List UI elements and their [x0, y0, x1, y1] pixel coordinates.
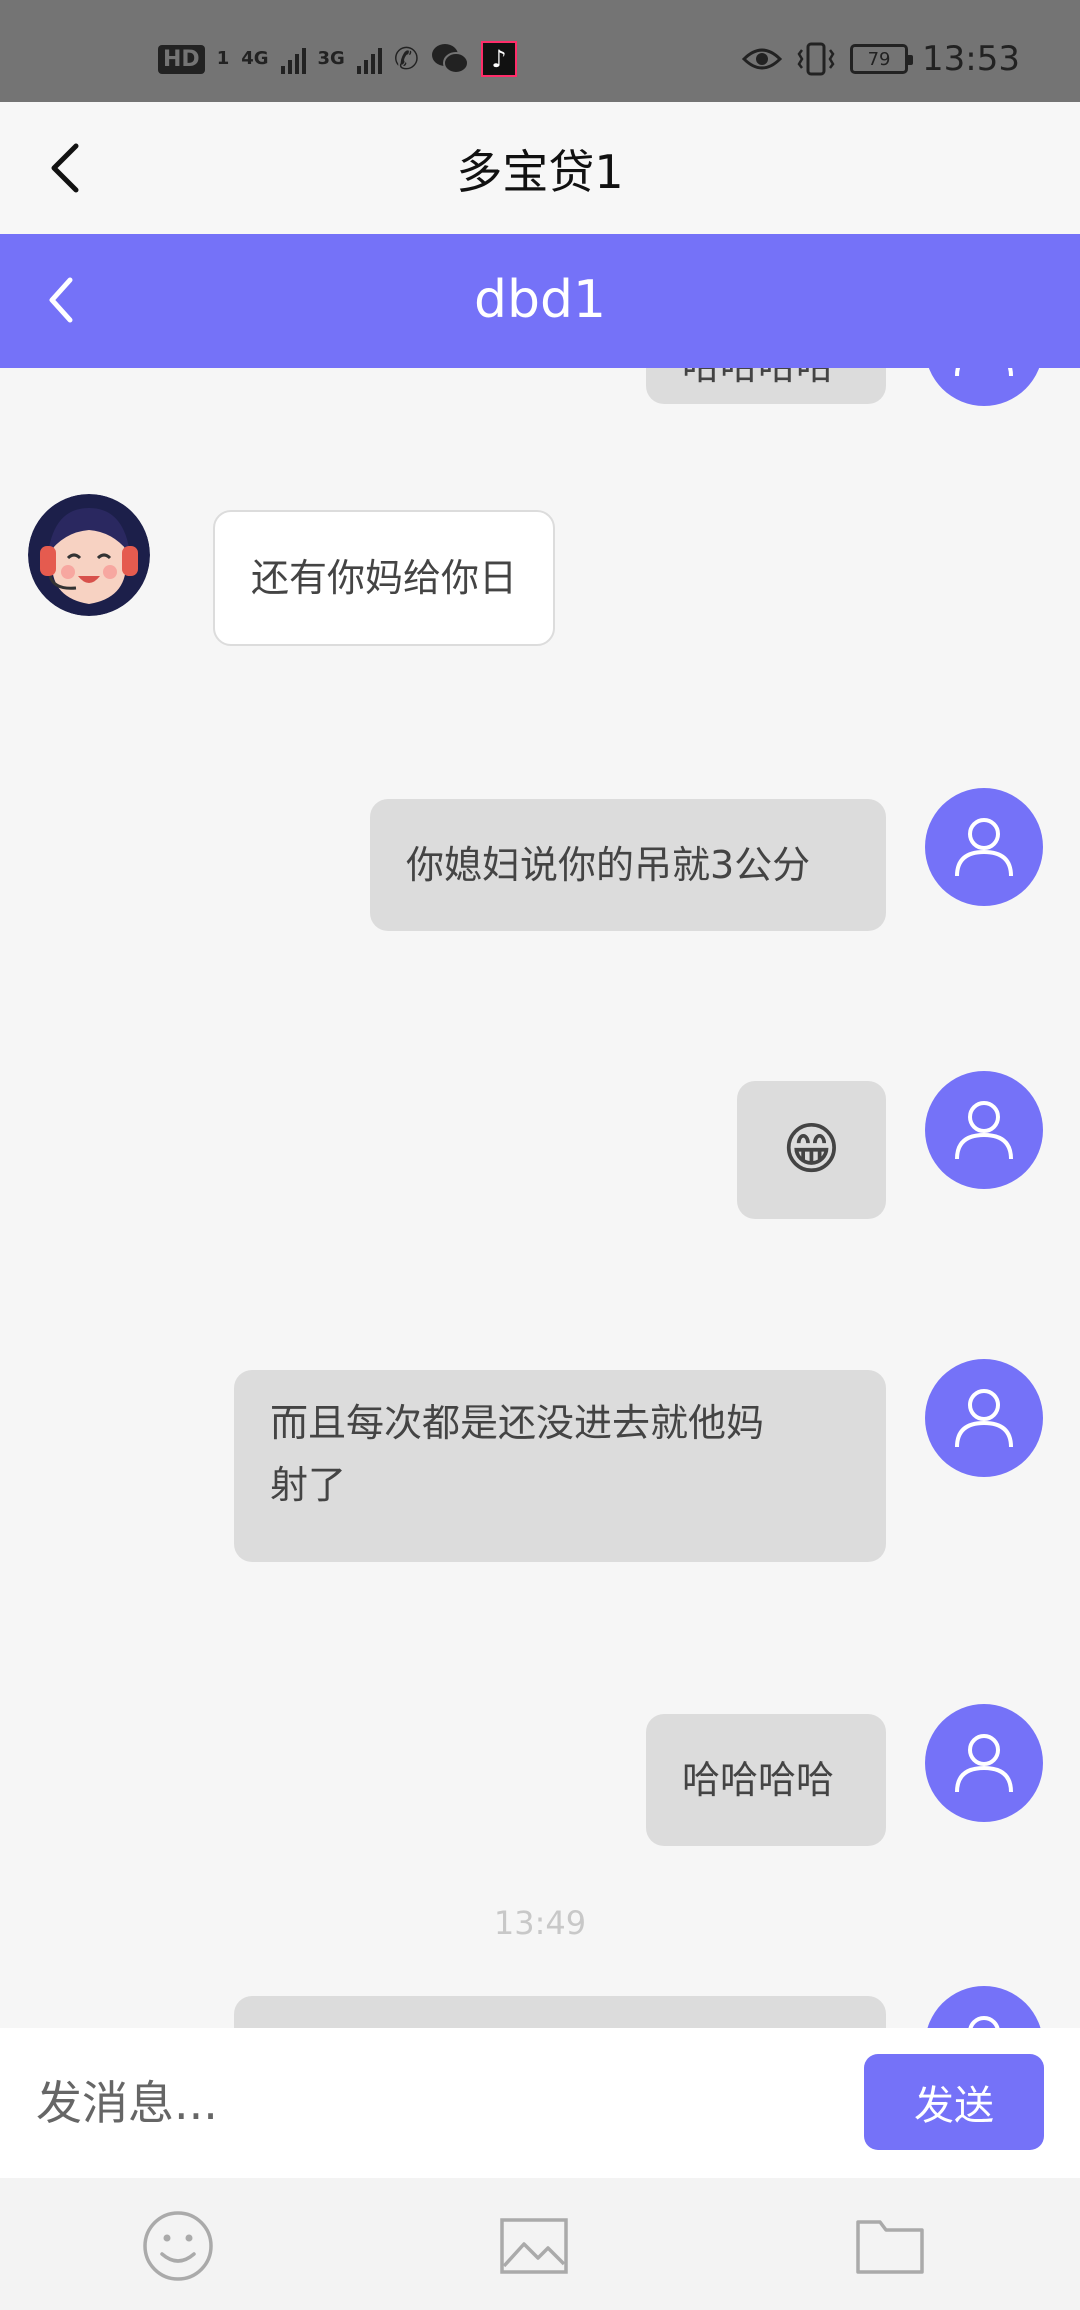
- smiley-icon[interactable]: [140, 2208, 216, 2284]
- message-bubble-outgoing[interactable]: 😁: [737, 1081, 886, 1219]
- message-text: 哈哈哈哈: [682, 368, 834, 388]
- message-text: 你媳妇说你的吊就3公分: [406, 843, 811, 887]
- message-bubble-incoming[interactable]: 还有你妈给你日: [213, 510, 556, 646]
- network-type-1: 4G: [241, 48, 269, 69]
- message-bubble-outgoing[interactable]: 哈哈哈哈: [646, 1714, 886, 1846]
- message-input[interactable]: [36, 2068, 816, 2138]
- app-title: 多宝贷1: [456, 145, 624, 199]
- status-right: 79 13:53: [742, 38, 1020, 80]
- screen: HD 1 4G 3G ✆ ♪ 79 13:53 多宝贷1 dbd1 哈哈哈哈: [0, 0, 1080, 2310]
- status-bar: HD 1 4G 3G ✆ ♪ 79 13:53: [0, 0, 1080, 102]
- chat-header: dbd1: [0, 234, 1080, 368]
- network-type-2: 3G: [317, 48, 345, 69]
- message-list[interactable]: 哈哈哈哈 还有你妈给你日 你媳妇: [0, 368, 1080, 2028]
- wifi-call-icon: ✆: [393, 41, 419, 77]
- agent-avatar[interactable]: [28, 494, 150, 616]
- user-avatar-icon[interactable]: [925, 368, 1043, 406]
- message-text-line-1: 而且每次都是还没进去就他妈: [270, 1401, 765, 1445]
- user-avatar-icon[interactable]: [925, 788, 1043, 906]
- input-bar: 发送: [0, 2028, 1080, 2178]
- message-bubble-partial[interactable]: 哈哈哈哈: [646, 368, 886, 404]
- message-text-line-2: 射了: [270, 1463, 347, 1507]
- image-icon[interactable]: [496, 2208, 572, 2284]
- eye-icon: [742, 48, 783, 70]
- tiktok-icon: ♪: [480, 41, 517, 77]
- status-left: HD 1 4G 3G ✆ ♪: [158, 38, 517, 80]
- send-button[interactable]: 发送: [864, 2054, 1044, 2150]
- message-text: 哈哈哈哈: [682, 1758, 835, 1802]
- user-avatar-icon[interactable]: [925, 1704, 1043, 1822]
- clock: 13:53: [922, 39, 1020, 79]
- hd-badge: HD: [158, 44, 205, 74]
- user-avatar-icon[interactable]: [925, 1359, 1043, 1477]
- user-avatar-icon[interactable]: [925, 1071, 1043, 1189]
- app-bar: 多宝贷1: [0, 102, 1080, 234]
- folder-icon[interactable]: [852, 2208, 928, 2284]
- user-avatar-icon[interactable]: [925, 1986, 1043, 2028]
- message-timestamp: 13:49: [493, 1904, 587, 1942]
- sim-number: 1: [216, 48, 230, 69]
- battery-icon: 79: [850, 44, 914, 74]
- signal-icon-2: [356, 44, 382, 74]
- vibrate-icon: [797, 42, 835, 76]
- grin-emoji: 😁: [782, 1117, 841, 1182]
- message-bubble-outgoing[interactable]: 你媳妇说你的吊就3公分: [370, 799, 886, 931]
- message-text: 还有你妈给你日: [251, 556, 518, 600]
- wechat-icon: [431, 44, 469, 74]
- chat-title: dbd1: [473, 270, 607, 330]
- message-bubble-outgoing[interactable]: 而且每次都是还没进去就他妈 射了: [234, 1370, 886, 1562]
- attachment-toolbar: [0, 2178, 1080, 2310]
- signal-icon: [280, 44, 306, 74]
- message-bubble-partial-bottom[interactable]: [234, 1996, 886, 2028]
